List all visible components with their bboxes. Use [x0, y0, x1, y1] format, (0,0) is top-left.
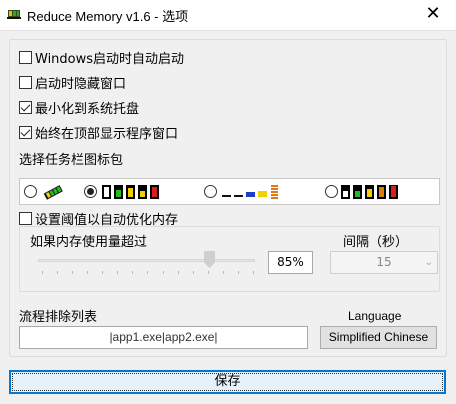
- chip-icon: [246, 185, 255, 199]
- exclusion-label: 流程排除列表: [19, 310, 98, 325]
- chip-icon: [138, 185, 147, 199]
- chip-icon: [258, 185, 267, 199]
- chip-icon: [150, 185, 159, 199]
- icon-pack-selector: [19, 178, 440, 205]
- chevron-down-icon: ⌄: [424, 257, 433, 268]
- always-on-top-option[interactable]: 始终在顶部显示程序窗口: [19, 124, 179, 142]
- icon-pack-radio-3[interactable]: [204, 185, 217, 198]
- hide-on-start-option[interactable]: 启动时隐藏窗口: [19, 74, 127, 92]
- icon-pack-radio-1[interactable]: [24, 185, 37, 198]
- icon-pack-radio-2[interactable]: [84, 185, 97, 198]
- language-button[interactable]: Simplified Chinese: [320, 326, 437, 349]
- usage-slider-ticks: [42, 271, 254, 275]
- chip-icon: [353, 185, 362, 199]
- icon-pack-label: 选择任务栏图标包: [19, 153, 124, 168]
- usage-slider-track[interactable]: [38, 259, 255, 262]
- startup-label: Windows启动时自动启动: [35, 51, 185, 67]
- usage-percent-field[interactable]: 85%: [268, 251, 313, 274]
- title-bar: Reduce Memory v1.6 - 选项 ✕: [0, 0, 456, 30]
- startup-checkbox[interactable]: [19, 50, 32, 64]
- always-on-top-checkbox[interactable]: [19, 125, 32, 139]
- chip-icon: [102, 185, 111, 199]
- chip-icon: [389, 185, 398, 199]
- chip-icon: [126, 185, 135, 199]
- interval-value: 15: [376, 255, 392, 269]
- interval-label: 间隔（秒）: [343, 235, 409, 250]
- chip-icon: [377, 185, 386, 199]
- language-label: Language: [348, 309, 402, 323]
- chip-icon: [270, 185, 279, 199]
- chip-icon: [234, 185, 243, 199]
- minimize-to-tray-label: 最小化到系统托盘: [35, 101, 140, 117]
- options-group: Windows启动时自动启动 启动时隐藏窗口 最小化到系统托盘 始终在顶部显示程…: [9, 39, 447, 357]
- hide-on-start-checkbox[interactable]: [19, 75, 32, 89]
- interval-select[interactable]: 15 ⌄: [330, 251, 438, 274]
- usage-slider-thumb[interactable]: [204, 251, 215, 268]
- chip-icon: [341, 185, 350, 199]
- icon-pack-preview-4: [341, 184, 398, 200]
- tilted-chip-icon: [43, 185, 63, 200]
- chip-icon: [114, 185, 123, 199]
- hide-on-start-label: 启动时隐藏窗口: [35, 76, 127, 92]
- threshold-group: 如果内存使用量超过 间隔（秒） 85% 15 ⌄: [19, 226, 440, 292]
- save-button[interactable]: 保存: [9, 370, 446, 394]
- always-on-top-label: 始终在顶部显示程序窗口: [35, 126, 179, 142]
- chip-icon: [365, 185, 374, 199]
- minimize-to-tray-option[interactable]: 最小化到系统托盘: [19, 99, 140, 117]
- icon-pack-preview-2: [102, 184, 159, 200]
- options-panel: Windows启动时自动启动 启动时隐藏窗口 最小化到系统托盘 始终在顶部显示程…: [0, 30, 456, 404]
- icon-pack-radio-4[interactable]: [325, 185, 338, 198]
- window-title: Reduce Memory v1.6 - 选项: [27, 9, 189, 24]
- minimize-to-tray-checkbox[interactable]: [19, 100, 32, 114]
- icon-pack-preview-3: [222, 184, 279, 200]
- threshold-option[interactable]: 设置阈值以自动优化内存: [19, 210, 179, 228]
- threshold-checkbox[interactable]: [19, 211, 32, 225]
- memory-chip-icon: [7, 10, 21, 19]
- close-button[interactable]: ✕: [410, 0, 456, 30]
- startup-option[interactable]: Windows启动时自动启动: [19, 49, 185, 67]
- exclusion-input[interactable]: |app1.exe|app2.exe|: [19, 326, 308, 349]
- usage-label: 如果内存使用量超过: [30, 235, 148, 250]
- threshold-label: 设置阈值以自动优化内存: [35, 212, 179, 228]
- chip-icon: [222, 185, 231, 199]
